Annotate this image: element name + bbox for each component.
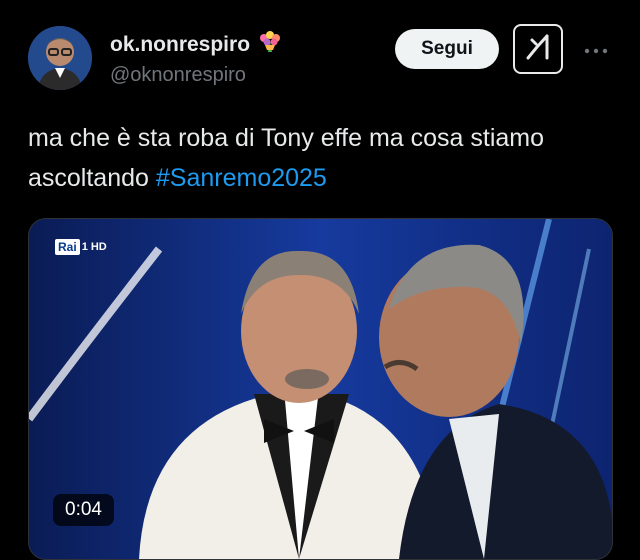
author-info: ok.nonrespiro @oknonrespiro bbox=[110, 30, 284, 87]
video-player[interactable]: Rai 1 HD 0:04 bbox=[28, 218, 613, 560]
hashtag-link[interactable]: #Sanremo2025 bbox=[156, 164, 327, 192]
grok-button[interactable] bbox=[513, 24, 563, 74]
rai-logo: Rai bbox=[55, 239, 80, 255]
user-handle[interactable]: @oknonrespiro bbox=[110, 64, 284, 87]
video-duration: 0:04 bbox=[53, 494, 114, 526]
avatar[interactable] bbox=[28, 26, 92, 90]
display-name[interactable]: ok.nonrespiro bbox=[110, 33, 250, 57]
video-frame bbox=[29, 219, 612, 559]
bouquet-icon bbox=[256, 30, 284, 59]
tweet-text: ma che è sta roba di Tony effe ma cosa s… bbox=[28, 118, 608, 198]
channel-logo: Rai 1 HD bbox=[55, 239, 107, 255]
grok-icon bbox=[523, 32, 553, 67]
more-options-button[interactable] bbox=[580, 36, 612, 60]
follow-button[interactable]: Segui bbox=[395, 29, 499, 69]
channel-number: 1 HD bbox=[81, 241, 107, 253]
more-icon bbox=[583, 35, 609, 61]
